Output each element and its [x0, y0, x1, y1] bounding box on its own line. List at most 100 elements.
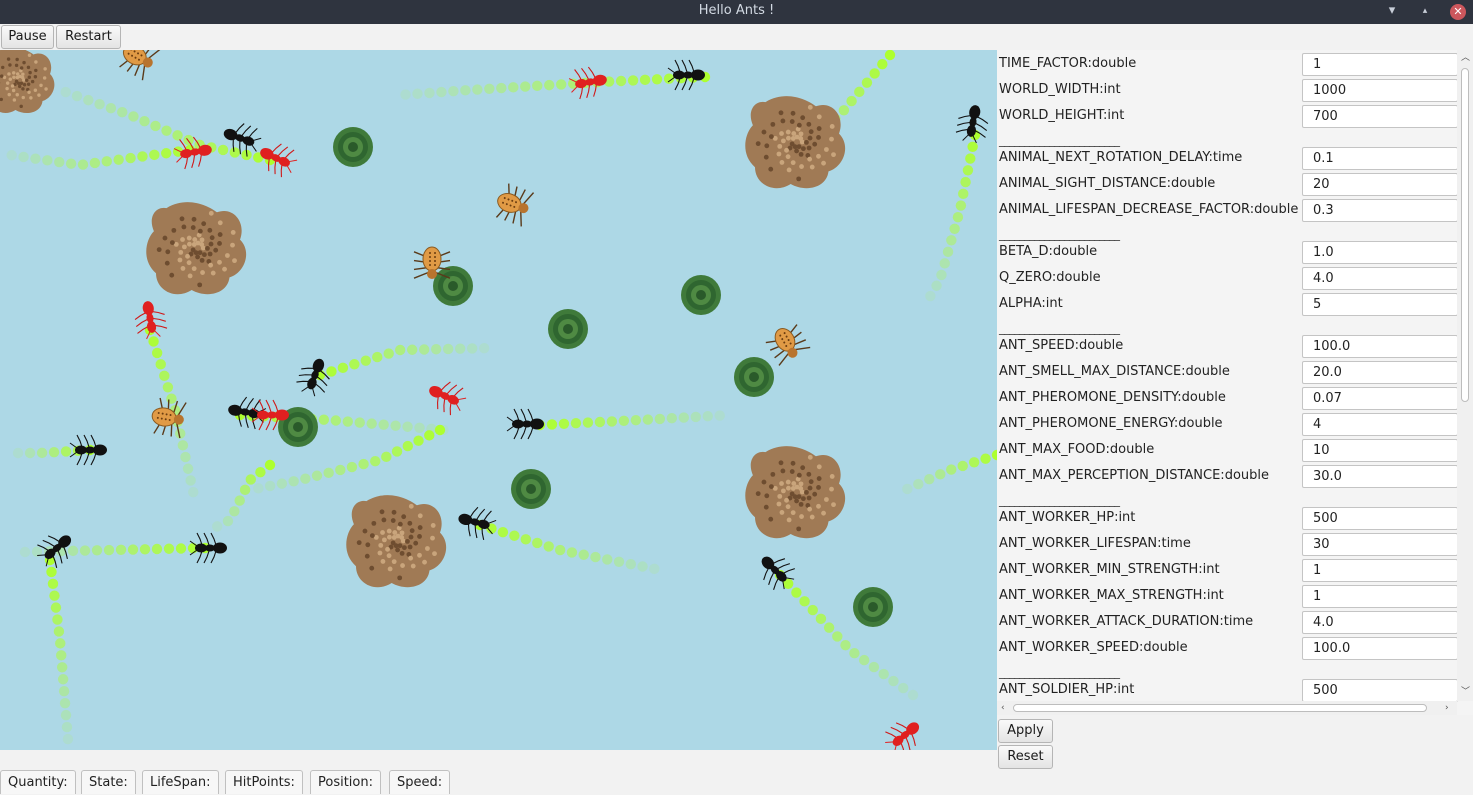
ant-icon: [294, 354, 335, 399]
pheromone-dot: [980, 453, 990, 463]
pheromone-dot: [149, 150, 159, 160]
vertical-scrollbar[interactable]: ︿ ﹀: [1457, 50, 1473, 701]
pheromone-dot: [13, 448, 23, 458]
pheromone-dot: [498, 527, 508, 537]
pheromone-dot: [643, 414, 653, 424]
pheromone-dot: [62, 722, 72, 732]
pheromone-dot: [508, 82, 518, 92]
pheromone-dot: [854, 87, 864, 97]
pheromone-dot: [958, 189, 968, 199]
minimize-icon[interactable]: ▾: [1382, 2, 1402, 22]
param-input[interactable]: [1302, 53, 1458, 76]
param-input[interactable]: [1302, 199, 1458, 222]
restart-button[interactable]: Restart: [56, 25, 121, 49]
param-label: ANT_SPEED:double: [999, 333, 1123, 359]
pheromone-dot: [80, 545, 90, 555]
pheromone-dot: [128, 544, 138, 554]
pheromone-dot: [61, 446, 71, 456]
pheromone-dot: [402, 422, 412, 432]
param-label: ALPHA:int: [999, 291, 1063, 317]
pheromone-dot: [946, 464, 956, 474]
pheromone-dot: [384, 348, 394, 358]
param-input[interactable]: [1302, 79, 1458, 102]
pheromone-dot: [66, 159, 76, 169]
status-field: Quantity:: [0, 770, 76, 794]
param-input[interactable]: [1302, 241, 1458, 264]
pheromone-dot: [960, 177, 970, 187]
pheromone-dot: [63, 734, 73, 744]
pheromone-dot: [590, 552, 600, 562]
param-input[interactable]: [1302, 585, 1458, 608]
toolbar: Pause Restart: [0, 24, 1473, 50]
horizontal-scroll-thumb[interactable]: [1013, 704, 1427, 712]
param-input[interactable]: [1302, 637, 1458, 660]
pheromone-dot: [943, 247, 953, 257]
pheromone-dot: [667, 413, 677, 423]
param-input[interactable]: [1302, 267, 1458, 290]
apply-button[interactable]: Apply: [998, 719, 1053, 743]
pheromone-dot: [161, 148, 171, 158]
scroll-left-icon[interactable]: ‹: [1001, 703, 1005, 713]
pheromone-dot: [436, 87, 446, 97]
param-input[interactable]: [1302, 361, 1458, 384]
pheromone-dot: [924, 474, 934, 484]
param-row: WORLD_HEIGHT:int: [997, 103, 1458, 129]
pheromone-dot: [652, 74, 662, 84]
pheromone-dot: [414, 423, 424, 433]
vertical-scroll-thumb[interactable]: [1461, 68, 1469, 402]
pheromone-dot: [913, 479, 923, 489]
pheromone-dot: [161, 125, 171, 135]
pheromone-dot: [419, 344, 429, 354]
param-row: ANT_MAX_PERCEPTION_DISTANCE:double: [997, 463, 1458, 489]
pheromone-dot: [312, 471, 322, 481]
pheromone-dot: [595, 417, 605, 427]
pheromone-dot: [139, 116, 149, 126]
param-input[interactable]: [1302, 387, 1458, 410]
param-input[interactable]: [1302, 147, 1458, 170]
pheromone-trail: [902, 450, 997, 494]
param-row: WORLD_WIDTH:int: [997, 77, 1458, 103]
pheromone-dot: [619, 416, 629, 426]
pause-button[interactable]: Pause: [1, 25, 54, 49]
pheromone-dot: [51, 602, 61, 612]
pheromone-dot: [235, 495, 245, 505]
pheromone-dot: [52, 614, 62, 624]
param-input[interactable]: [1302, 335, 1458, 358]
param-input[interactable]: [1302, 413, 1458, 436]
param-input[interactable]: [1302, 173, 1458, 196]
nest-icon: [0, 50, 54, 113]
param-input[interactable]: [1302, 533, 1458, 556]
pheromone-dot: [46, 567, 56, 577]
world-canvas[interactable]: [0, 50, 997, 750]
param-input[interactable]: [1302, 611, 1458, 634]
ant-icon: [880, 713, 928, 750]
reset-button[interactable]: Reset: [998, 745, 1053, 769]
param-input[interactable]: [1302, 293, 1458, 316]
pheromone-trail: [925, 130, 980, 301]
param-input[interactable]: [1302, 679, 1458, 702]
close-icon[interactable]: ✕: [1450, 4, 1466, 20]
horizontal-scrollbar[interactable]: ‹ ›: [997, 701, 1457, 715]
scroll-up-icon[interactable]: ︿: [1461, 53, 1470, 63]
pheromone-dot: [172, 130, 182, 140]
param-input[interactable]: [1302, 507, 1458, 530]
simulation-world[interactable]: [0, 50, 997, 750]
ant-icon: [70, 435, 107, 465]
pheromone-dot: [25, 448, 35, 458]
scroll-right-icon[interactable]: ›: [1445, 703, 1449, 713]
param-input[interactable]: [1302, 439, 1458, 462]
pheromone-dot: [840, 640, 850, 650]
pheromone-dot: [390, 421, 400, 431]
param-row: ANT_PHEROMONE_DENSITY:double: [997, 385, 1458, 411]
scroll-down-icon[interactable]: ﹀: [1461, 687, 1470, 697]
param-row: ANT_WORKER_HP:int: [997, 505, 1458, 531]
param-label: ANIMAL_SIGHT_DISTANCE:double: [999, 171, 1215, 197]
param-input[interactable]: [1302, 465, 1458, 488]
pheromone-dot: [547, 419, 557, 429]
maximize-icon[interactable]: ▴: [1415, 2, 1435, 22]
pheromone-dot: [255, 467, 265, 477]
param-input[interactable]: [1302, 105, 1458, 128]
param-input[interactable]: [1302, 559, 1458, 582]
pheromone-dot: [614, 557, 624, 567]
pheromone-dot: [969, 457, 979, 467]
